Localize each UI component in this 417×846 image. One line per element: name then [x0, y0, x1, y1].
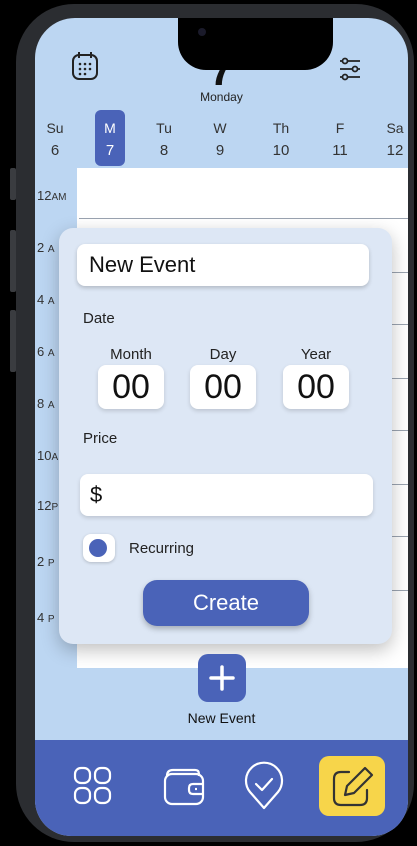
day-name: Monday — [200, 90, 243, 104]
create-button[interactable]: Create — [143, 580, 309, 626]
weekday-abbr: Tu — [156, 120, 172, 136]
weekday-thursday[interactable]: Th 10 — [266, 120, 296, 159]
tab-wallet[interactable] — [151, 756, 217, 816]
weekday-abbr: Th — [272, 120, 290, 136]
hour-label: 12AM — [37, 188, 67, 203]
hour-label: 2 P — [37, 554, 55, 569]
weekday-number: 11 — [332, 142, 348, 159]
weekday-abbr: F — [335, 120, 345, 136]
weekday-number: 12 — [386, 142, 404, 159]
hour-label: 10A — [37, 448, 59, 463]
weekday-tuesday[interactable]: Tu 8 — [149, 120, 179, 159]
hour-label: 8 A — [37, 396, 55, 411]
side-button — [10, 230, 16, 292]
day-input[interactable]: 00 — [190, 365, 256, 409]
weekday-number: 9 — [215, 142, 225, 159]
hour-label: 6 A — [37, 344, 55, 359]
event-title-input[interactable] — [77, 244, 369, 286]
plus-icon — [209, 665, 235, 691]
toggle-knob — [89, 539, 107, 557]
weekday-abbr: Sa — [386, 120, 404, 136]
hour-label: 12P — [37, 498, 59, 513]
filter-sliders-icon[interactable] — [338, 56, 362, 87]
weekday-sunday[interactable]: Su 6 — [40, 120, 70, 159]
tab-places[interactable] — [231, 756, 297, 816]
year-field: Year 00 — [283, 346, 349, 409]
month-field: Month 00 — [98, 346, 164, 409]
weekday-number: 7 — [105, 142, 115, 159]
camera — [198, 28, 206, 36]
recurring-label: Recurring — [129, 540, 195, 557]
grid-icon — [73, 766, 112, 805]
side-button — [10, 168, 16, 200]
price-label: Price — [83, 430, 118, 447]
weekday-abbr: M — [104, 120, 116, 136]
tab-dashboard[interactable] — [61, 756, 127, 816]
hour-label: 2 A — [37, 240, 55, 255]
month-input[interactable]: 00 — [98, 365, 164, 409]
weekday-friday[interactable]: F 11 — [325, 120, 355, 159]
weekday-abbr: W — [213, 120, 227, 136]
notch — [178, 18, 333, 70]
weekday-number: 6 — [50, 142, 60, 159]
add-event-button[interactable] — [198, 654, 246, 702]
side-button — [10, 310, 16, 372]
wallet-icon — [163, 768, 205, 806]
hour-label: 4 P — [37, 610, 55, 625]
weekday-number: 10 — [272, 142, 290, 159]
year-label: Year — [300, 346, 332, 363]
weekday-number: 8 — [159, 142, 169, 159]
weekday-monday[interactable]: M7 — [95, 110, 125, 166]
week-strip: Su 6 M7 Tu 8 W9 Th 10 F 11 Sa 12 — [35, 110, 408, 166]
price-input[interactable]: $ — [80, 474, 373, 516]
currency-symbol: $ — [90, 482, 103, 507]
new-event-modal: Date Month 00 Day 00 Year 00 Price $ Rec… — [59, 228, 392, 644]
bottom-tab-bar — [35, 740, 408, 836]
month-label: Month — [110, 346, 152, 363]
weekday-wednesday[interactable]: W9 — [205, 120, 235, 159]
hour-line — [79, 218, 408, 219]
app-screen: 7 Monday Su 6 M7 Tu 8 W9 Th 10 F 11 Sa 12 12A… — [35, 18, 408, 836]
map-pin-check-icon — [244, 761, 284, 810]
weekday-abbr: Su — [46, 120, 64, 136]
edit-icon — [332, 766, 374, 807]
date-label: Date — [83, 310, 115, 327]
day-label: Day — [209, 346, 237, 363]
day-field: Day 00 — [190, 346, 256, 409]
new-event-label: New Event — [187, 710, 256, 726]
hour-label: 4 A — [37, 292, 55, 307]
tab-edit[interactable] — [319, 756, 385, 816]
year-input[interactable]: 00 — [283, 365, 349, 409]
weekday-saturday[interactable]: Sa 12 — [380, 120, 408, 159]
recurring-toggle[interactable] — [83, 534, 115, 562]
